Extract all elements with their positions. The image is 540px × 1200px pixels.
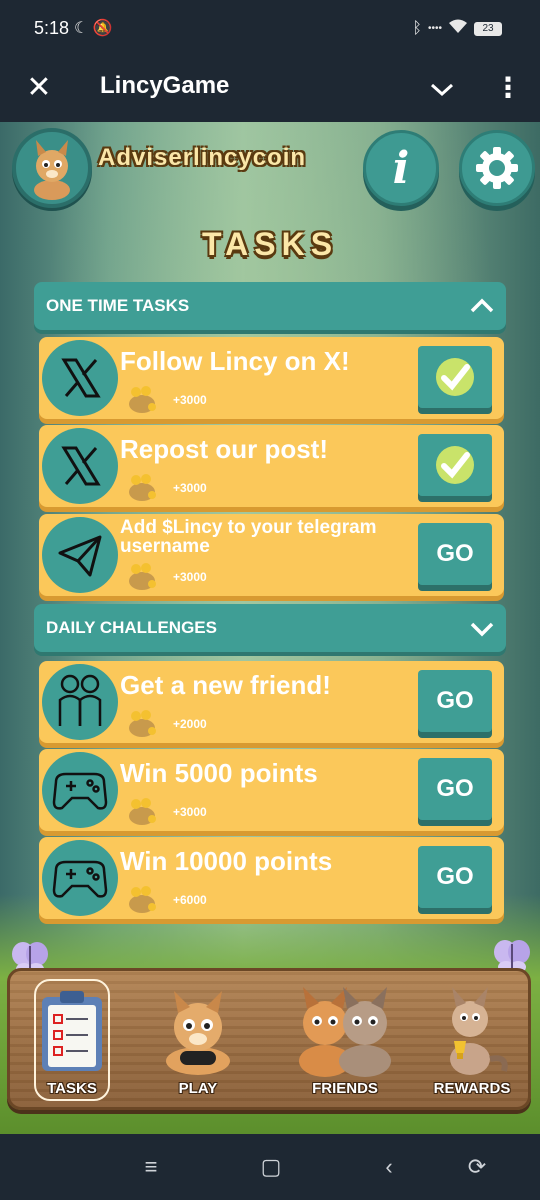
telegram-icon	[42, 517, 118, 593]
task-name: Repost our post!	[120, 434, 328, 464]
gamepad-icon	[42, 752, 118, 828]
nav-play[interactable]: PLAY	[138, 975, 258, 1103]
go-button[interactable]: GO	[418, 523, 492, 585]
go-button[interactable]: GO	[418, 758, 492, 820]
info-button[interactable]: i	[363, 130, 439, 206]
gear-icon	[476, 147, 518, 189]
app-title: LincyGame	[100, 72, 230, 99]
task-card: Repost our post! +3000	[39, 425, 504, 507]
section-label: ONE TIME TASKS	[46, 296, 190, 315]
x-logo-icon	[42, 340, 118, 416]
status-time: 5:18	[34, 18, 70, 38]
go-button[interactable]: GO	[418, 670, 492, 732]
nav-label: FRIENDS	[312, 1080, 378, 1097]
lynx-avatar-icon	[34, 140, 70, 200]
home-icon[interactable]: ▢	[256, 1154, 286, 1180]
x-logo-icon	[42, 428, 118, 504]
system-nav-bar: ≡ ▢ ‹ ⟳	[0, 1134, 540, 1200]
coin-bag-icon	[129, 710, 156, 737]
coin-bag-icon	[129, 886, 156, 913]
bottom-nav: TASKS PLAY FRIENDS REWARDS	[7, 968, 531, 1110]
gamepad-icon	[42, 840, 118, 916]
task-name: Win 10000 points	[120, 846, 333, 876]
check-icon	[436, 358, 474, 396]
nav-friends[interactable]: FRIENDS	[285, 975, 405, 1103]
moon-icon: ☾	[74, 20, 89, 37]
close-icon[interactable]: ✕	[24, 70, 54, 106]
task-completed-button[interactable]	[418, 346, 492, 408]
more-vert-icon[interactable]: ⋮	[494, 68, 522, 108]
friends-icon	[42, 664, 118, 740]
app-bar: ✕ LincyGame ⋮	[0, 56, 540, 122]
settings-button[interactable]	[459, 130, 535, 206]
back-icon[interactable]: ‹	[374, 1154, 404, 1180]
mute-icon: 🔕	[92, 20, 113, 37]
task-reward: +3000	[173, 481, 207, 495]
task-completed-button[interactable]	[418, 434, 492, 496]
coin-bag-icon	[129, 474, 156, 501]
chevron-down-icon[interactable]	[424, 70, 460, 106]
lynx-trophy-icon	[450, 987, 508, 1075]
lynx-gamer-icon	[166, 991, 230, 1075]
task-card: Win 5000 points +3000 GO	[39, 749, 504, 831]
task-name: Win 5000 points	[120, 758, 318, 788]
section-daily-challenges[interactable]: DAILY CHALLENGES	[34, 604, 506, 652]
chevron-up-icon[interactable]	[468, 292, 496, 320]
page-title: TASKS	[201, 226, 339, 262]
chevron-down-icon[interactable]	[468, 614, 496, 642]
rotate-icon[interactable]: ⟳	[462, 1154, 492, 1180]
coin-bag-icon	[129, 563, 156, 590]
bluetooth-icon: ᛒ	[412, 19, 422, 37]
task-reward: +3000	[173, 805, 207, 819]
menu-icon[interactable]: ≡	[136, 1154, 166, 1180]
check-icon	[436, 446, 474, 484]
nav-tasks[interactable]: TASKS	[12, 975, 132, 1103]
wifi-icon	[448, 18, 468, 39]
section-one-time-tasks[interactable]: ONE TIME TASKS	[34, 282, 506, 330]
status-right-icons: ᛒ •••• 23	[412, 18, 502, 39]
task-card: Win 10000 points +6000 GO	[39, 837, 504, 919]
nav-label: TASKS	[47, 1080, 97, 1097]
info-icon: i	[392, 142, 410, 194]
section-label: DAILY CHALLENGES	[46, 618, 217, 637]
task-reward: +3000	[173, 570, 207, 584]
task-card: Get a new friend! +2000 GO	[39, 661, 504, 743]
clipboard-icon	[42, 991, 102, 1071]
avatar[interactable]	[12, 128, 92, 208]
nav-label: REWARDS	[433, 1080, 511, 1097]
task-card: Follow Lincy on X! +3000	[39, 337, 504, 419]
task-name: Get a new friend!	[120, 670, 331, 700]
go-button[interactable]: GO	[418, 846, 492, 908]
task-reward: +2000	[173, 717, 207, 731]
battery-icon: 23	[474, 21, 502, 36]
lynx-friends-icon	[299, 987, 391, 1077]
game-view: Adviserlincycoin i TASKS ONE TIME TASKS	[0, 122, 540, 1134]
task-name: Add $Lincy to your telegram username	[120, 517, 377, 557]
status-left-icons: ☾ 🔕	[74, 18, 113, 38]
task-name: Follow Lincy on X!	[120, 346, 350, 376]
coin-bag-icon	[129, 386, 156, 413]
nav-label: PLAY	[178, 1080, 218, 1097]
status-bar: 5:18 ☾ 🔕 ᛒ •••• 23	[0, 0, 540, 56]
username: Adviserlincycoin	[98, 144, 307, 171]
task-reward: +3000	[173, 393, 207, 407]
nav-rewards[interactable]: REWARDS	[412, 975, 532, 1103]
signal-dots-icon: ••••	[427, 23, 442, 34]
task-card: Add $Lincy to your telegram username +30…	[39, 514, 504, 596]
task-reward: +6000	[173, 893, 207, 907]
coin-bag-icon	[129, 798, 156, 825]
